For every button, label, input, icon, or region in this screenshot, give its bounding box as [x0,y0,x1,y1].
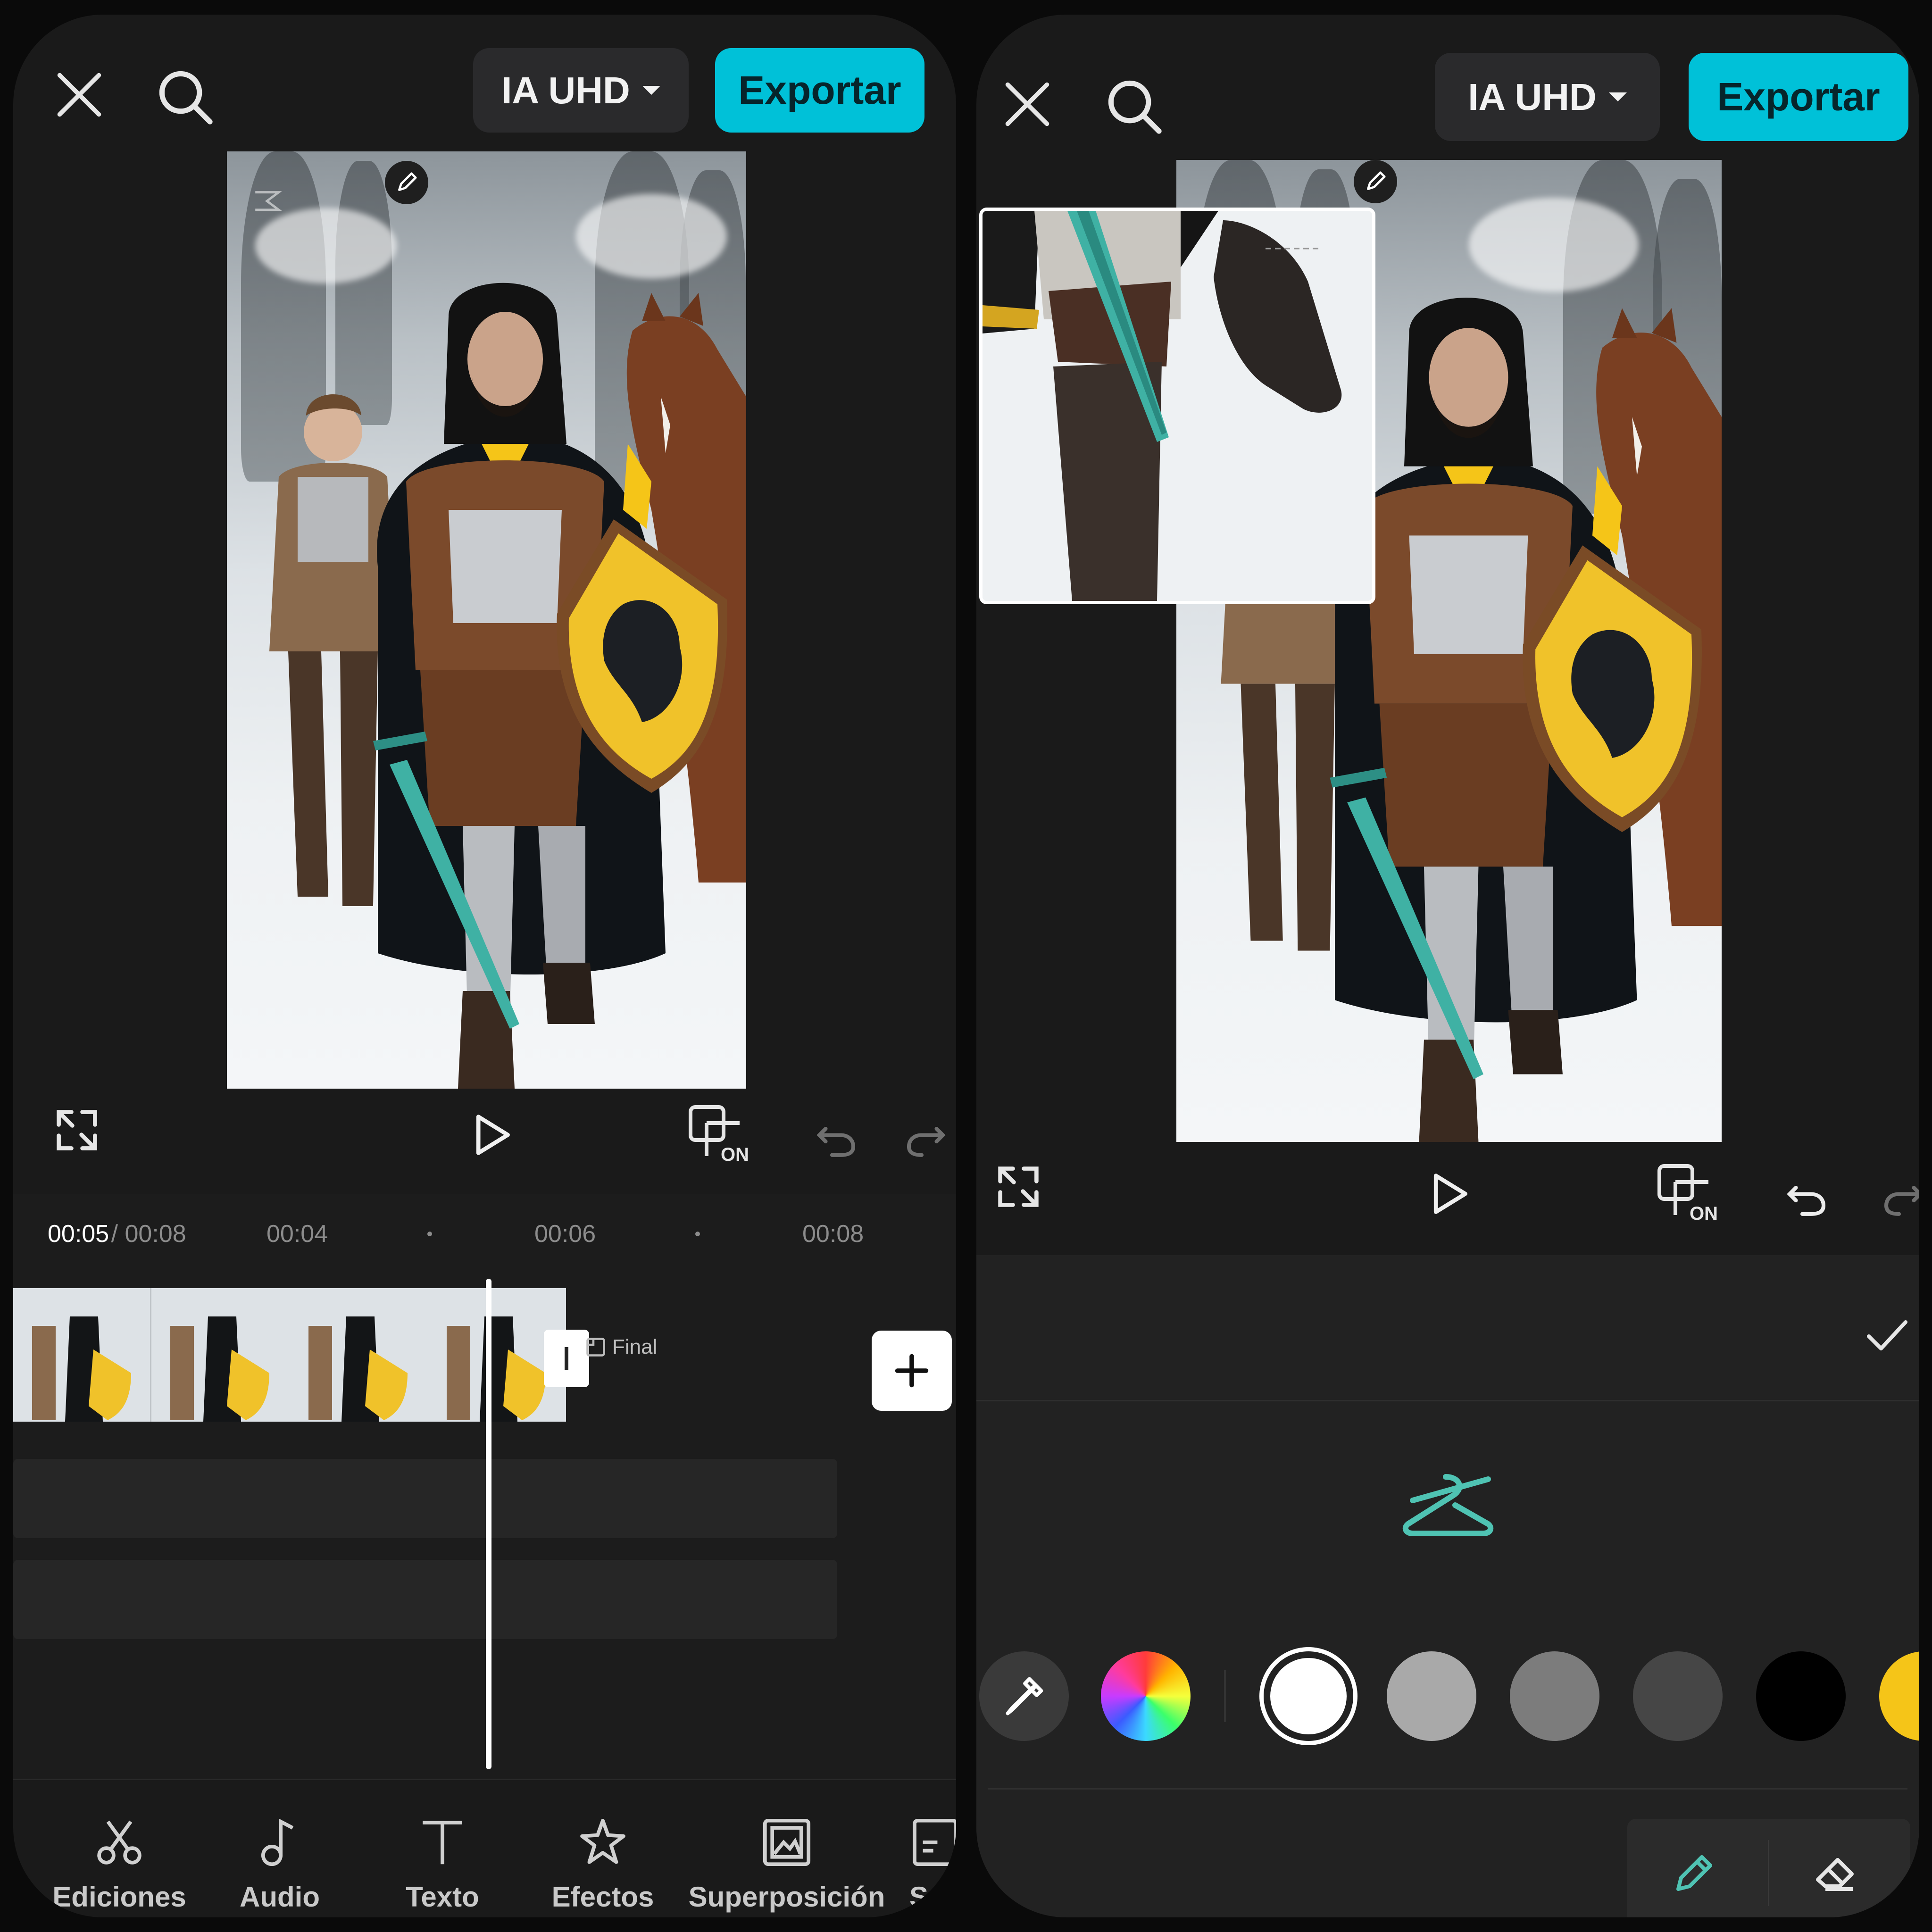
chevron-down-icon [642,86,660,95]
panel-divider [976,1400,1919,1401]
toolbar-label: Su [909,1881,946,1913]
toolbar-item-superposicion[interactable]: Superposición [685,1816,888,1913]
eyedropper-button[interactable] [979,1651,1069,1741]
add-clip-button[interactable] [872,1331,952,1411]
pen-tool-button[interactable] [1646,1838,1740,1908]
export-button[interactable]: Exportar [715,48,924,133]
draw-panel [976,1255,1919,1917]
brush-mode-toggle [1627,1819,1910,1917]
toolbar-item-audio[interactable]: Audio [216,1816,343,1913]
plus-icon [895,1354,929,1388]
color-swatch-gray[interactable] [1510,1651,1599,1741]
search-icon[interactable] [1104,76,1165,137]
panel-divider [988,1788,1907,1790]
ruler-tick-label: 00:04 [266,1220,328,1248]
toolbar-label: Audio [240,1881,320,1913]
quality-dropdown[interactable]: IA UHD [1435,53,1660,141]
keyframe-on-icon[interactable]: ON [683,1099,758,1170]
undo-icon[interactable] [1781,1170,1832,1222]
ruler-tick-dot [695,1232,700,1236]
magnifier-loupe [979,208,1375,604]
fullscreen-icon[interactable] [988,1156,1049,1217]
fullscreen-icon[interactable] [46,1099,108,1161]
palette-divider [1224,1670,1226,1722]
editor-screen-right: IA UHD Exportar ON [976,15,1919,1917]
ruler-tick-dot [427,1232,432,1236]
music-note-icon [261,1818,294,1866]
toolbar-divider [13,1779,956,1780]
editor-screen-left: IA UHD Exportar ON 00:05 / 00:08 00:04 0… [13,15,956,1917]
overlay-icon [763,1818,811,1866]
eraser-tool-button[interactable] [1788,1838,1882,1908]
toolbar-item-texto[interactable]: Texto [379,1816,506,1913]
chevron-down-icon [1608,92,1627,101]
search-icon[interactable] [155,67,216,128]
toggle-divider [1768,1840,1769,1906]
scissors-icon [97,1820,142,1865]
text-icon [423,1821,462,1865]
redo-icon[interactable] [1877,1170,1919,1222]
toolbar-item-efectos[interactable]: Efectos [534,1816,671,1913]
color-wheel-button[interactable] [1101,1651,1191,1741]
toolbar-label: Ediciones [52,1881,186,1913]
ruler-tick-label: 00:06 [534,1220,596,1248]
clip-trim-handle[interactable] [544,1330,589,1387]
no-brush-icon[interactable] [1396,1463,1500,1557]
ruler-tick-label: 00:08 [802,1220,864,1248]
quality-label: IA UHD [1468,75,1597,118]
total-time: / 00:08 [111,1220,186,1248]
toolbar-label: Superposición [688,1881,885,1913]
eyedropper-icon [1006,1677,1043,1715]
toolbar-label: Efectos [551,1881,654,1913]
edit-pencil-icon[interactable] [1354,160,1397,203]
svg-text:ON: ON [721,1144,749,1165]
pen-icon [1676,1855,1712,1891]
magnified-detail-image [983,211,1372,601]
playhead[interactable] [486,1279,491,1769]
subtitles-icon [913,1818,956,1866]
play-icon[interactable] [1424,1168,1475,1220]
confirm-check-icon[interactable] [1858,1307,1915,1364]
svg-text:ON: ON [1690,1203,1718,1224]
color-swatch-black[interactable] [1756,1651,1846,1741]
keyframe-on-icon[interactable]: ON [1652,1158,1727,1229]
close-icon[interactable] [51,67,108,123]
end-marker[interactable]: Final [584,1335,657,1359]
undo-icon[interactable] [810,1111,862,1163]
watermark-logo-icon [255,191,282,211]
toolbar-label: Texto [406,1881,479,1913]
video-preview[interactable] [227,151,746,1089]
knight-scene-image [269,283,746,1089]
effects-star-icon [580,1818,625,1864]
eraser-icon [1816,1858,1854,1891]
quality-dropdown[interactable]: IA UHD [473,48,689,133]
edit-pencil-icon[interactable] [385,161,428,204]
redo-icon[interactable] [900,1111,952,1163]
empty-text-track[interactable] [13,1560,837,1639]
toolbar-item-ediciones[interactable]: Ediciones [42,1816,197,1913]
empty-audio-track[interactable] [13,1459,837,1538]
end-label: Final [612,1335,658,1358]
time-readout: 00:05 / 00:08 [48,1220,186,1248]
color-swatch-white-selected[interactable] [1264,1651,1353,1741]
quality-label: IA UHD [501,69,630,111]
export-button[interactable]: Exportar [1689,53,1908,141]
toolbar-item-subtitulos[interactable]: Su [909,1816,956,1913]
end-clip-icon [586,1338,605,1357]
current-time: 00:05 [48,1220,109,1248]
play-icon[interactable] [466,1109,518,1161]
color-swatch-light-gray[interactable] [1387,1651,1476,1741]
close-icon[interactable] [999,76,1056,133]
color-swatch-dark-gray[interactable] [1633,1651,1723,1741]
video-clip-track[interactable] [13,1288,566,1422]
